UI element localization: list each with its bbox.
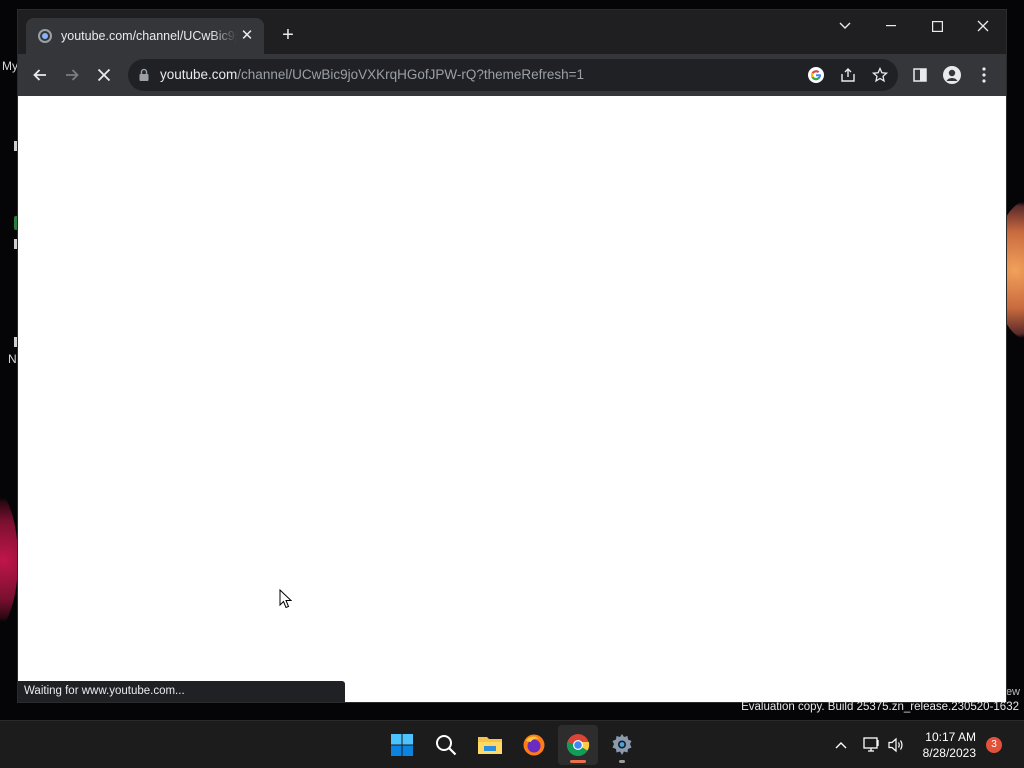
wallpaper-glow-left [0, 490, 18, 630]
side-panel-button[interactable] [908, 63, 932, 87]
profile-button[interactable] [940, 63, 964, 87]
network-monitor-icon [863, 737, 879, 752]
desktop-icon-label-fragment[interactable]: N [8, 352, 17, 366]
title-bar: youtube.com/channel/UCwBic9joVXKrqHGofJP… [18, 10, 1006, 54]
desktop-icon-fragment[interactable] [14, 141, 17, 151]
show-hidden-icons-button[interactable] [832, 735, 850, 755]
clock-date: 8/28/2023 [922, 746, 976, 760]
url-host: youtube.com [160, 67, 238, 82]
notification-badge[interactable]: 3 [986, 737, 1002, 753]
page-content[interactable] [18, 96, 1006, 702]
tab-title: youtube.com/channel/UCwBic9joVXKrqHGofJP… [61, 29, 237, 43]
taskbar-clock[interactable]: 10:17 AM 8/28/2023 [923, 729, 976, 761]
firefox-button[interactable] [514, 725, 554, 765]
settings-button[interactable] [602, 725, 642, 765]
chrome-button[interactable] [558, 725, 598, 765]
url-text[interactable]: youtube.com/channel/UCwBic9joVXKrqHGofJP… [160, 59, 584, 91]
tab-search-button[interactable] [822, 10, 868, 42]
toolbar: youtube.com/channel/UCwBic9joVXKrqHGofJP… [18, 54, 1006, 96]
desktop-icon-fragment[interactable] [14, 239, 17, 249]
tab-close-icon[interactable]: ✕ [238, 27, 256, 45]
lock-icon [139, 68, 149, 81]
back-button[interactable] [28, 63, 52, 87]
network-button[interactable] [862, 735, 882, 755]
arrow-left-icon [33, 69, 46, 81]
desktop-text-fragment: ew [1005, 686, 1020, 698]
side-panel-icon [913, 68, 927, 82]
status-bubble: Waiting for www.youtube.com... [18, 681, 345, 702]
chevron-down-icon [839, 22, 851, 29]
browser-window: youtube.com/channel/UCwBic9joVXKrqHGofJP… [18, 10, 1006, 702]
minimize-button[interactable] [868, 10, 914, 42]
maximize-icon [931, 20, 943, 32]
volume-button[interactable] [886, 735, 906, 755]
folder-icon [478, 737, 502, 754]
share-icon[interactable] [838, 65, 858, 85]
desktop-icon-fragment[interactable] [14, 337, 17, 347]
tab-active[interactable]: youtube.com/channel/UCwBic9joVXKrqHGofJP… [26, 18, 264, 54]
active-app-indicator [570, 760, 586, 763]
new-tab-button[interactable]: + [276, 24, 300, 48]
menu-button[interactable] [972, 63, 996, 87]
evaluation-watermark: Evaluation copy. Build 25375.zn_release.… [741, 701, 1019, 713]
clock-time: 10:17 AM [925, 730, 976, 744]
running-app-indicator [619, 760, 625, 763]
address-bar[interactable]: youtube.com/channel/UCwBic9joVXKrqHGofJP… [128, 59, 898, 91]
stop-loading-button[interactable] [92, 63, 116, 87]
profile-avatar-icon [943, 66, 961, 84]
stop-icon [97, 68, 111, 82]
desktop-icon-label-fragment[interactable]: My [2, 59, 18, 73]
arrow-right-icon [66, 69, 79, 81]
close-icon [977, 20, 989, 32]
google-lens-icon[interactable] [806, 65, 826, 85]
firefox-icon [523, 734, 545, 756]
chevron-up-icon [835, 742, 847, 749]
url-path: /channel/UCwBic9joVXKrqHGofJPW-rQ?themeR… [237, 67, 585, 82]
close-window-button[interactable] [960, 10, 1006, 42]
maximize-button[interactable] [914, 10, 960, 42]
taskbar-search-button[interactable] [426, 725, 466, 765]
gear-icon [612, 734, 632, 755]
file-explorer-button[interactable] [470, 725, 510, 765]
kebab-menu-icon [982, 67, 986, 83]
bookmark-star-icon[interactable] [870, 65, 890, 85]
forward-button[interactable] [60, 63, 84, 87]
start-button[interactable] [382, 725, 422, 765]
windows-logo-icon [391, 734, 413, 756]
mouse-cursor-icon [279, 589, 293, 609]
loading-favicon-icon [38, 29, 52, 43]
chrome-icon [566, 734, 590, 756]
search-icon [436, 735, 457, 756]
speaker-icon [888, 737, 903, 753]
taskbar: 10:17 AM 8/28/2023 3 [0, 720, 1024, 768]
minimize-icon [886, 25, 896, 27]
